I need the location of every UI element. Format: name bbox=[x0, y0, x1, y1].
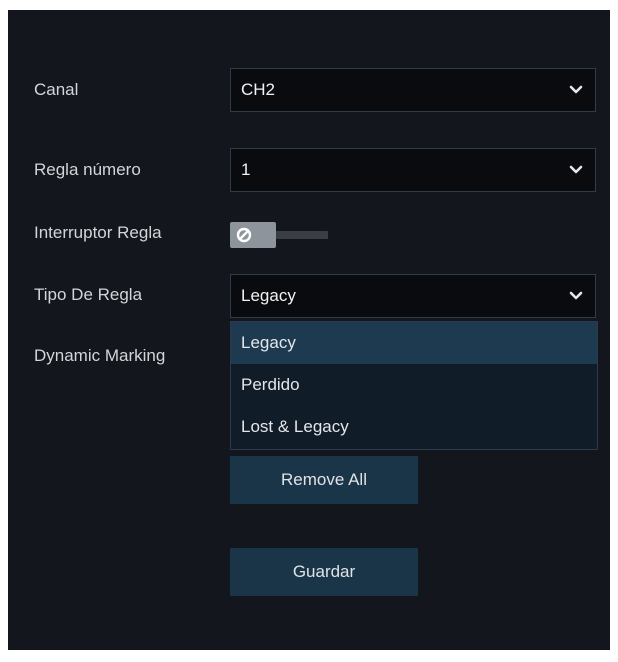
rule-type-dropdown: Legacy Perdido Lost & Legacy bbox=[230, 321, 598, 450]
save-button[interactable]: Guardar bbox=[230, 548, 418, 596]
rule-number-label: Regla número bbox=[34, 160, 141, 179]
rule-settings-panel: Canal CH2 Regla número 1 Interruptor Reg… bbox=[8, 10, 610, 650]
rule-type-label: Tipo De Regla bbox=[34, 285, 143, 304]
channel-select-value: CH2 bbox=[241, 80, 276, 99]
rule-switch-label: Interruptor Regla bbox=[34, 223, 162, 242]
chevron-down-icon bbox=[569, 165, 583, 174]
rule-number-select[interactable]: 1 bbox=[230, 148, 596, 192]
toggle-knob bbox=[230, 222, 276, 248]
remove-all-button[interactable]: Remove All bbox=[230, 456, 418, 504]
rule-switch-toggle[interactable] bbox=[230, 220, 330, 250]
chevron-down-icon bbox=[569, 85, 583, 94]
ban-icon bbox=[236, 227, 252, 243]
dynamic-marking-label: Dynamic Marking bbox=[34, 346, 166, 365]
channel-label: Canal bbox=[34, 80, 79, 99]
rule-type-select[interactable]: Legacy bbox=[230, 274, 596, 318]
dropdown-option-label: Perdido bbox=[241, 375, 300, 394]
dropdown-option-label: Lost & Legacy bbox=[241, 417, 349, 436]
dropdown-option-label: Legacy bbox=[241, 333, 296, 352]
dropdown-option-legacy[interactable]: Legacy bbox=[231, 322, 597, 364]
dropdown-option-lost-legacy[interactable]: Lost & Legacy bbox=[231, 406, 597, 448]
chevron-down-icon bbox=[569, 291, 583, 300]
dropdown-option-perdido[interactable]: Perdido bbox=[231, 364, 597, 406]
rule-type-select-value: Legacy bbox=[241, 286, 296, 305]
rule-number-select-value: 1 bbox=[241, 160, 251, 179]
channel-select[interactable]: CH2 bbox=[230, 68, 596, 112]
